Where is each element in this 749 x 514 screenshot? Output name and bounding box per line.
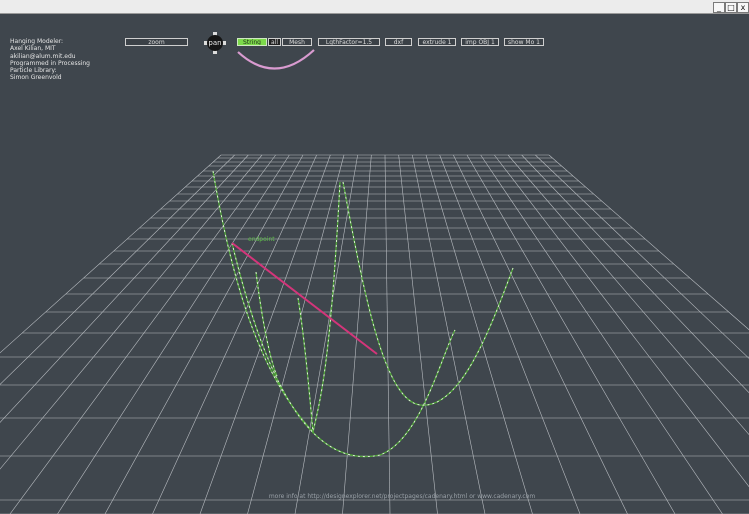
hanging-string-curve[interactable] xyxy=(231,242,456,458)
string-particle-dots xyxy=(231,242,456,457)
hanging-string-curve[interactable] xyxy=(342,181,514,406)
all-button[interactable]: all xyxy=(268,38,281,46)
minimize-button[interactable]: _ xyxy=(713,2,725,13)
credits-line: Axel Kilian, MIT xyxy=(10,45,56,53)
hanging-string-curve[interactable] xyxy=(212,170,341,434)
length-factor-button[interactable]: LgthFactor=1.5 xyxy=(318,38,380,46)
window-titlebar: _ □ x xyxy=(0,0,749,14)
footer-info: more info at http://designexplorer.net/p… xyxy=(268,493,536,500)
maximize-button[interactable]: □ xyxy=(725,2,737,13)
pan-button[interactable]: pan xyxy=(207,35,223,51)
selected-rod[interactable] xyxy=(231,242,378,355)
3d-viewport[interactable] xyxy=(0,14,749,514)
credits-line: akilian@alum.mit.edu xyxy=(10,52,76,60)
show-model-button[interactable]: show Mo 1 xyxy=(504,38,544,46)
hanging-strings xyxy=(212,170,514,458)
extrude-button[interactable]: extrude 1 xyxy=(418,38,456,46)
grid-line xyxy=(9,154,276,514)
credits-line: Simon Greenvold xyxy=(10,74,62,82)
string-preview-curve xyxy=(237,49,315,70)
string-mode-button[interactable]: String xyxy=(237,38,267,46)
credits-line: Particle Library: xyxy=(10,67,57,75)
import-obj-button[interactable]: imp OBJ 1 xyxy=(461,38,499,46)
credits-line: Programmed in Processing xyxy=(10,59,90,67)
close-button[interactable]: x xyxy=(737,2,749,13)
credits-text: Hanging Modeler: Axel Kilian, MIT akilia… xyxy=(10,38,90,82)
pan-control[interactable]: pan xyxy=(204,32,226,54)
dxf-export-button[interactable]: dxf xyxy=(385,38,412,46)
string-particle-dots xyxy=(342,181,514,406)
mesh-mode-button[interactable]: Mesh xyxy=(282,38,312,46)
endpoint-label: endpoint xyxy=(248,236,275,243)
ground-grid xyxy=(0,154,749,514)
zoom-slider[interactable]: zoom xyxy=(125,38,188,46)
credits-line: Hanging Modeler: xyxy=(10,38,64,45)
